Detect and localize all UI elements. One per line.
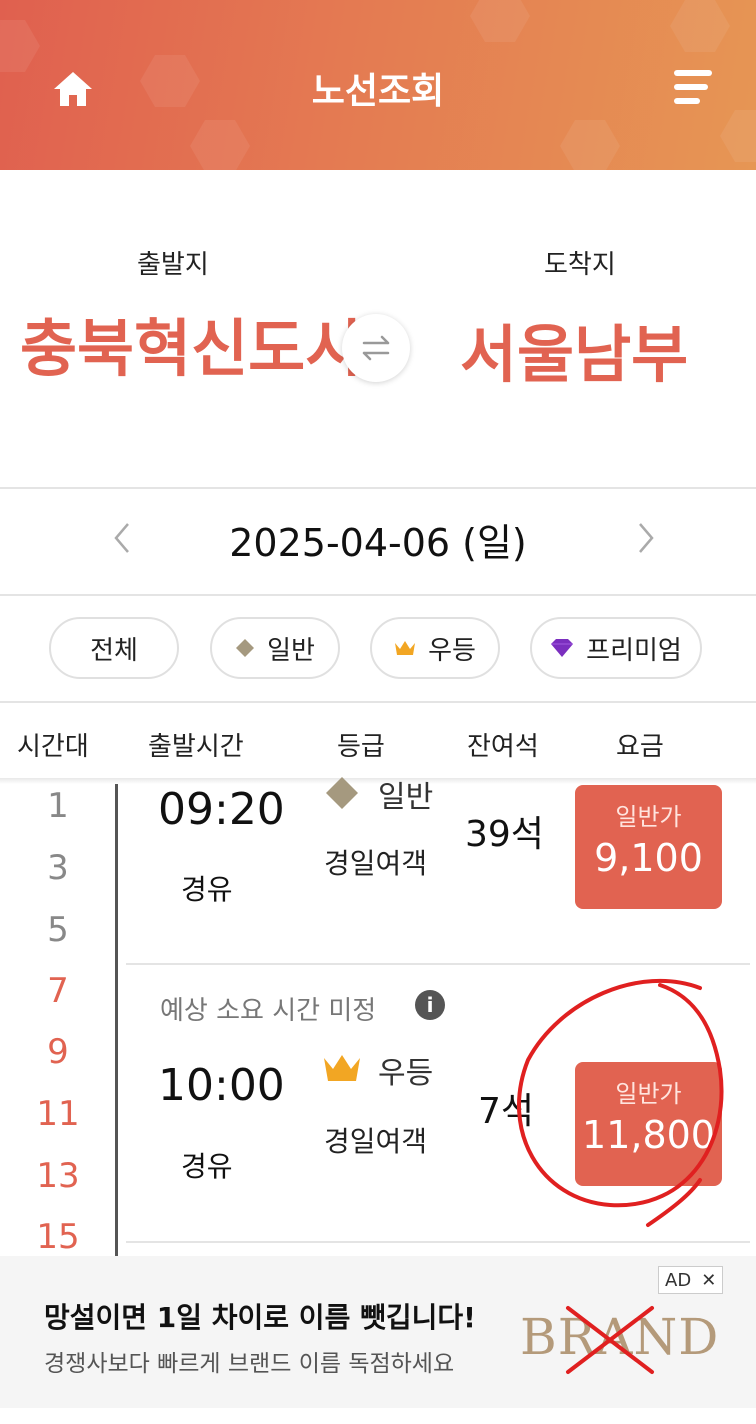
cross-mark <box>566 1306 654 1374</box>
via-label: 경유 <box>181 1150 233 1183</box>
hour-13[interactable]: 13 <box>0 1156 116 1196</box>
diamond-icon <box>326 777 358 809</box>
row-divider <box>126 963 750 965</box>
hex-pattern <box>470 0 530 42</box>
fare-type: 일반가 <box>615 803 682 831</box>
menu-icon <box>674 98 700 104</box>
fare-button[interactable]: 일반가 11,800 <box>575 1062 722 1186</box>
remaining-seats: 7석 <box>478 1091 535 1132</box>
header-grade: 등급 <box>337 732 385 762</box>
divider <box>0 594 756 596</box>
filter-premium-class[interactable]: 우등 <box>370 617 500 679</box>
hour-9[interactable]: 9 <box>0 1032 116 1072</box>
arrival-city[interactable]: 서울남부 <box>460 304 688 394</box>
grade-label: 우등 <box>378 1056 434 1091</box>
ad-subtitle: 경쟁사보다 빠르게 브랜드 이름 독점하세요 <box>44 1351 455 1377</box>
departure-city[interactable]: 충북혁신도시 <box>20 298 362 388</box>
filter-premium[interactable]: 프리미엄 <box>530 617 702 679</box>
fare-price: 11,800 <box>582 1113 715 1157</box>
hour-7[interactable]: 7 <box>0 971 116 1011</box>
filter-label: 우등 <box>428 635 476 666</box>
filter-all[interactable]: 전체 <box>49 617 179 679</box>
hour-15[interactable]: 15 <box>0 1217 116 1257</box>
app-header: 노선조회 <box>0 0 756 170</box>
crown-icon <box>324 1055 360 1081</box>
filter-label: 전체 <box>90 635 138 666</box>
route-section: 출발지 충북혁신도시 도착지 서울남부 <box>0 170 756 488</box>
departure-time: 09:20 <box>158 784 285 835</box>
bus-company: 경일여객 <box>324 847 428 880</box>
filter-label: 프리미엄 <box>586 635 682 666</box>
hex-pattern <box>560 120 620 170</box>
page-title: 노선조회 <box>311 71 445 112</box>
next-date-button[interactable] <box>632 520 660 556</box>
fare-type: 일반가 <box>615 1080 682 1108</box>
grade-label: 일반 <box>378 780 434 815</box>
departure-time: 10:00 <box>158 1060 285 1111</box>
hour-5[interactable]: 5 <box>0 910 116 950</box>
divider <box>0 701 756 703</box>
header-time-band: 시간대 <box>17 732 89 762</box>
ad-title: 망설이면 1일 차이로 이름 뺏깁니다! <box>44 1301 476 1334</box>
header-seats: 잔여석 <box>467 732 539 762</box>
diamond-icon <box>236 639 255 657</box>
duration-note: 예상 소요 시간 미정 <box>160 996 377 1026</box>
fare-price: 9,100 <box>594 836 703 880</box>
remaining-seats: 39석 <box>465 814 544 855</box>
ad-banner[interactable]: 망설이면 1일 차이로 이름 뺏깁니다! 경쟁사보다 빠르게 브랜드 이름 독점… <box>0 1256 756 1408</box>
ad-label: AD <box>665 1269 692 1291</box>
row-divider <box>126 1241 750 1243</box>
filter-label: 일반 <box>267 635 315 666</box>
swap-button[interactable] <box>342 314 410 382</box>
info-icon[interactable]: i <box>415 990 445 1020</box>
chevron-right-icon <box>639 523 654 553</box>
hex-pattern <box>190 120 250 170</box>
menu-button[interactable] <box>670 66 718 110</box>
hex-pattern <box>720 110 756 162</box>
header-fare: 요금 <box>616 732 664 762</box>
close-icon[interactable]: ✕ <box>701 1270 716 1291</box>
hour-11[interactable]: 11 <box>0 1094 116 1134</box>
gem-icon <box>551 639 574 657</box>
filter-standard[interactable]: 일반 <box>210 617 340 679</box>
hex-pattern <box>670 0 730 52</box>
departure-label: 출발지 <box>137 250 209 280</box>
next-row-peek <box>0 1408 756 1424</box>
ad-choice-badge[interactable]: AD ✕ <box>658 1266 724 1294</box>
menu-icon <box>674 84 708 90</box>
via-label: 경유 <box>181 873 233 906</box>
divider <box>0 487 756 489</box>
swap-arrows-icon <box>362 335 390 361</box>
hour-3[interactable]: 3 <box>0 848 116 888</box>
fare-button[interactable]: 일반가 9,100 <box>575 785 722 909</box>
menu-icon <box>674 70 712 76</box>
crown-icon <box>395 641 416 655</box>
hour-1[interactable]: 1 <box>0 786 116 826</box>
bus-company: 경일여객 <box>324 1125 428 1158</box>
arrival-label: 도착지 <box>544 250 616 280</box>
header-departure-time: 출발시간 <box>148 732 244 762</box>
